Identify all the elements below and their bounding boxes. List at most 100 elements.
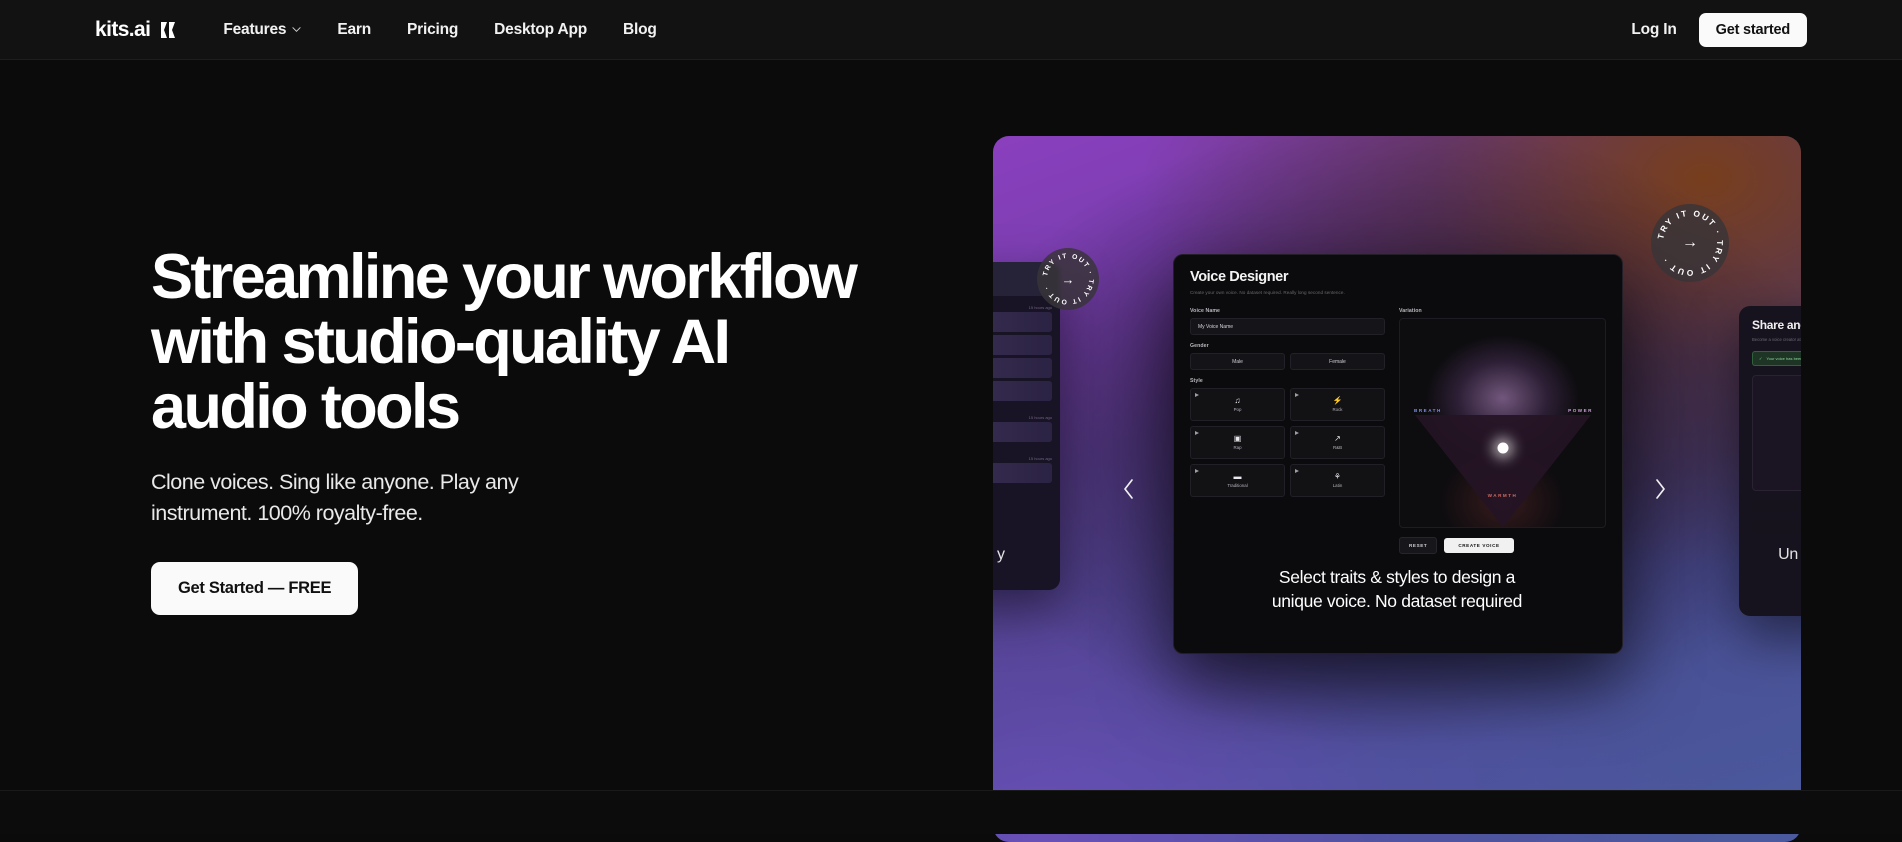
top-navbar: kits.ai Features Earn Pricing Desktop Ap… [0, 0, 1902, 60]
play-icon[interactable] [1295, 393, 1299, 397]
gender-label: Gender [1190, 343, 1209, 349]
variation-handle[interactable] [1497, 442, 1508, 454]
nav-item-blog-label: Blog [623, 20, 657, 38]
primary-nav: Features Earn Pricing Desktop App Blog [223, 21, 656, 39]
carousel-caption: Select traits & styles to design a uniqu… [993, 566, 1801, 614]
variation-label: Variation [1399, 308, 1422, 314]
play-icon[interactable] [1195, 431, 1199, 435]
guitar-icon: ♫ [1234, 396, 1241, 405]
play-icon[interactable] [1295, 431, 1299, 435]
slide-next-subtitle: Become a voice creator at Kits and earn … [1752, 337, 1801, 342]
carousel-next-button[interactable] [1647, 476, 1673, 502]
row-caption: Improve your communication [993, 404, 1052, 412]
brand-logo[interactable]: kits.ai [95, 18, 177, 42]
hero-cta-button[interactable]: Get Started — FREE [151, 562, 359, 616]
axis-label-power: POWER [1568, 408, 1593, 414]
gender-option-male[interactable]: Male [1190, 353, 1285, 370]
timestamp: 15 hours ago [1028, 415, 1052, 420]
timestamp: 15 hours ago [1028, 456, 1052, 461]
voice-designer-left-column: Voice Name My Voice Name Gender Male Fem… [1190, 308, 1385, 554]
nav-item-desktop-app[interactable]: Desktop App [494, 21, 587, 39]
nav-item-pricing[interactable]: Pricing [407, 21, 458, 39]
carousel-slide-previous[interactable]: 15 hours ago Improve your communication … [993, 262, 1060, 590]
carousel-caption-line1: Select traits & styles to design a [1278, 567, 1516, 587]
slide-next-strip [1752, 520, 1801, 533]
nav-item-desktop-app-label: Desktop App [494, 20, 587, 38]
axis-label-warmth: WARMTH [1487, 492, 1518, 498]
voice-designer-subtitle: Create your own voice. No dataset requir… [1190, 290, 1345, 295]
voice-designer-right-column: Variation BREATH POWER WARMTH RESET CREA… [1399, 308, 1606, 554]
hero-subtitle: Clone voices. Sing like anyone. Play any… [151, 469, 519, 525]
success-banner: ✓ Your voice has been accepted [1752, 351, 1801, 366]
style-tile-latin[interactable]: ⚘ Latin [1290, 464, 1385, 497]
reset-button[interactable]: RESET [1399, 537, 1438, 554]
scroll-icon: ▬ [1233, 472, 1242, 481]
try-it-out-badge-secondary[interactable]: TRY IT OUT · TRY IT OUT · → [1037, 248, 1099, 310]
nav-item-earn[interactable]: Earn [337, 21, 371, 39]
nav-item-earn-label: Earn [337, 20, 372, 38]
style-tile-label: R&B [1332, 445, 1343, 450]
arrow-right-icon: → [1061, 271, 1075, 287]
voice-designer-body: Voice Name My Voice Name Gender Male Fem… [1190, 308, 1606, 554]
carousel-prev-button[interactable] [1115, 476, 1141, 502]
carousel-peek-right-text: Un [1778, 546, 1798, 563]
page-title: Streamline your workflow with studio-qua… [151, 242, 858, 443]
row-caption: Improve your communication [993, 445, 1052, 453]
axis-label-breath: BREATH [1414, 408, 1442, 414]
variation-visualizer[interactable]: BREATH POWER WARMTH [1399, 318, 1606, 528]
hero-section: Streamline your workflow with studio-qua… [0, 60, 1902, 842]
style-tile-rnb[interactable]: ↗ R&B [1290, 426, 1385, 459]
chevron-down-icon [292, 25, 301, 34]
waveform-row[interactable] [993, 358, 1052, 378]
style-tile-pop[interactable]: ♫ Pop [1190, 388, 1285, 421]
brand-name: kits.ai [95, 17, 151, 41]
nav-item-features-label: Features [223, 20, 287, 38]
style-tile-label: Pop [1233, 407, 1242, 412]
waveform-row[interactable] [993, 312, 1052, 332]
play-icon[interactable] [1295, 469, 1299, 473]
variation-triangle [1414, 414, 1591, 527]
play-icon[interactable] [1195, 393, 1199, 397]
style-tile-label: Traditional [1227, 483, 1248, 488]
slide-next-inner: Share and Earn Become a voice creator at… [1739, 306, 1801, 545]
style-tile-traditional[interactable]: ▬ Traditional [1190, 464, 1285, 497]
login-link[interactable]: Log In [1631, 21, 1676, 39]
slide-prev-rows: 15 hours ago Improve your communication … [993, 296, 1060, 500]
waveform-row[interactable] [993, 422, 1052, 442]
check-icon: ✓ [1759, 356, 1763, 361]
waveform-row[interactable] [993, 335, 1052, 355]
gender-option-female[interactable]: Female [1290, 353, 1385, 370]
style-label: Style [1190, 378, 1203, 384]
carousel-peek-left-text: y [997, 546, 1005, 563]
voice-name-input[interactable]: My Voice Name [1190, 318, 1385, 335]
waveform-row[interactable] [993, 463, 1052, 483]
style-tile-label: Rap [1233, 445, 1242, 450]
style-tile-label: Rock [1332, 407, 1343, 412]
carousel-caption-line2: unique voice. No dataset required [1271, 590, 1523, 611]
navbar-right-group: Log In Get started [1631, 12, 1807, 47]
style-tile-label: Latin [1332, 483, 1343, 488]
navbar-left-group: kits.ai Features Earn Pricing Desktop Ap… [95, 18, 657, 42]
try-it-out-badge[interactable]: TRY IT OUT · TRY IT OUT · → [1651, 204, 1729, 282]
nav-item-features[interactable]: Features [223, 21, 301, 39]
get-started-button[interactable]: Get started [1698, 12, 1807, 47]
chevron-right-icon [1655, 479, 1665, 499]
style-tile-rap[interactable]: ▣ Rap [1190, 426, 1285, 459]
feature-carousel: 15 hours ago Improve your communication … [993, 136, 1801, 842]
maracas-icon: ⚘ [1333, 472, 1342, 481]
style-tile-rock[interactable]: ⚡ Rock [1290, 388, 1385, 421]
voice-designer-title: Voice Designer [1190, 269, 1289, 285]
nav-item-blog[interactable]: Blog [623, 21, 657, 39]
chevron-left-icon [1123, 479, 1133, 499]
arrow-right-icon: → [1682, 234, 1698, 251]
create-voice-button[interactable]: CREATE VOICE [1444, 538, 1514, 553]
play-icon[interactable] [1195, 469, 1199, 473]
row-caption: Improve your communication [993, 486, 1052, 494]
waveform-row[interactable] [993, 381, 1052, 401]
success-banner-text: Your voice has been accepted [1766, 356, 1801, 361]
gender-options: Male Female [1190, 353, 1385, 370]
nav-item-pricing-label: Pricing [407, 20, 459, 38]
style-grid: ♫ Pop ⚡ Rock ▣ Rap ↗ R&B ▬ Traditional ⚘… [1190, 388, 1385, 497]
